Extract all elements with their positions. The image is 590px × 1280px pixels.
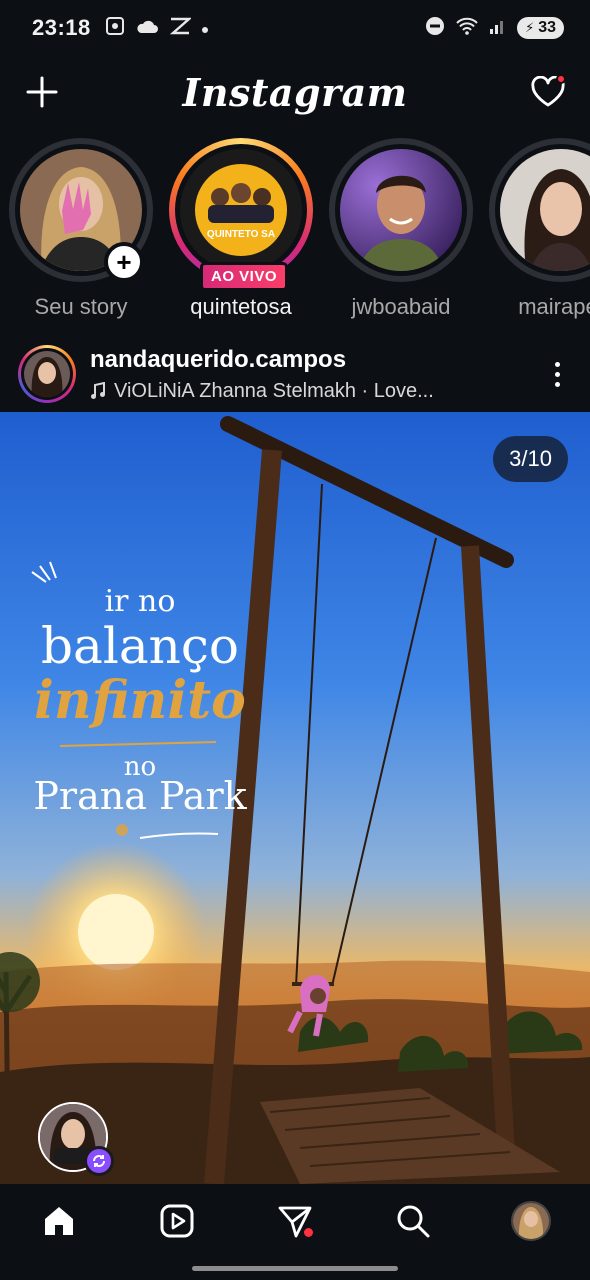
bottom-nav	[0, 1184, 590, 1258]
home-indicator	[192, 1266, 398, 1271]
create-button[interactable]	[20, 70, 64, 114]
nav-profile[interactable]	[501, 1191, 561, 1251]
post-author-avatar[interactable]	[18, 345, 76, 403]
screenshot-icon	[105, 16, 125, 41]
nav-home[interactable]	[29, 1191, 89, 1251]
cloud-icon	[135, 17, 159, 40]
post-music[interactable]: ViOLiNiA Zhanna Stelmakh · Love...	[90, 380, 434, 403]
direct-notification-dot	[304, 1228, 313, 1237]
post-username[interactable]: nandaquerido.campos	[90, 346, 434, 374]
battery-icon: ⚡ 33	[517, 17, 564, 39]
signal-icon	[489, 17, 507, 40]
search-icon	[397, 1205, 430, 1238]
overlay-text-5: Prana Park	[33, 774, 247, 818]
status-bar: 23:18 ⚡ 33	[0, 0, 590, 56]
stories-tray: + Seu story QUINTETO SA AO VIVO quinteto…	[0, 138, 590, 328]
collab-avatar[interactable]	[38, 1102, 114, 1176]
top-app-bar: Instagram	[0, 56, 590, 128]
story-item[interactable]: jwboabaid	[326, 138, 476, 320]
overlay-text-3: infinito	[34, 670, 246, 731]
music-title: ViOLiNiA Zhanna Stelmakh · Love...	[114, 379, 434, 402]
notification-dot	[556, 74, 566, 84]
story-username: mairapet	[518, 294, 590, 319]
avatar-text: QUINTETO SA	[207, 229, 275, 240]
nav-reels[interactable]	[147, 1191, 207, 1251]
plus-icon	[26, 76, 58, 108]
avatar: QUINTETO SA	[180, 149, 302, 271]
nav-direct[interactable]	[265, 1191, 325, 1251]
overlay-text-1: ir no	[104, 584, 176, 619]
post-media[interactable]: 3/10 ir no balanço infinito no Prana Par…	[0, 412, 590, 1184]
nav-search[interactable]	[383, 1191, 443, 1251]
carousel-counter: 3/10	[493, 436, 568, 482]
overlay-text-2: balanço	[41, 617, 239, 675]
add-story-button[interactable]: +	[104, 242, 144, 282]
capcut-icon	[169, 16, 192, 41]
app-title: Instagram	[182, 69, 408, 115]
avatar	[500, 149, 590, 271]
remix-icon	[84, 1146, 114, 1176]
dot-icon	[201, 18, 209, 39]
story-username: Seu story	[34, 294, 128, 319]
notifications-button[interactable]	[526, 70, 570, 114]
story-live[interactable]: QUINTETO SA AO VIVO quintetosa	[166, 138, 316, 320]
music-note-icon	[91, 382, 105, 399]
live-badge: AO VIVO	[200, 262, 289, 291]
profile-avatar	[511, 1201, 551, 1241]
story-username: quintetosa	[190, 294, 292, 319]
story-item[interactable]: mairapet	[486, 138, 590, 320]
story-username: jwboabaid	[351, 294, 451, 319]
avatar	[340, 149, 462, 271]
battery-level: 33	[538, 19, 556, 36]
post-header: nandaquerido.campos ViOLiNiA Zhanna Stel…	[0, 336, 590, 412]
wifi-icon	[455, 16, 479, 41]
dnd-icon	[425, 16, 445, 41]
story-own[interactable]: + Seu story	[6, 138, 156, 320]
avatar	[24, 351, 70, 397]
more-options-button[interactable]	[542, 354, 572, 394]
home-icon	[45, 1207, 73, 1235]
reels-icon	[160, 1204, 194, 1238]
clock: 23:18	[32, 15, 91, 40]
